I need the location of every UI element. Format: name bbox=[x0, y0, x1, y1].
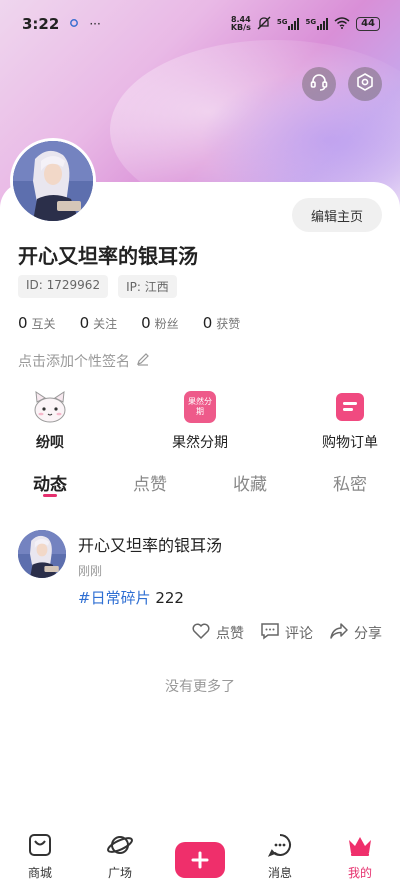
planet-icon bbox=[106, 832, 134, 861]
settings-hex-icon bbox=[355, 72, 375, 96]
headset-icon bbox=[309, 72, 329, 96]
network-speed: 8.44 KB/s bbox=[230, 15, 251, 32]
avatar[interactable] bbox=[10, 138, 96, 224]
more-dots: ··· bbox=[89, 17, 101, 31]
profile-stats: 0 互关 0 关注 0 粉丝 0 获赞 bbox=[18, 314, 240, 332]
feature-fenbei[interactable]: 纷呗 bbox=[5, 390, 95, 452]
nav-create[interactable] bbox=[160, 826, 240, 889]
post-actions: 点赞 评论 分享 bbox=[191, 622, 382, 644]
profile-chips: ID: 1729962 IP: 江西 bbox=[18, 275, 177, 298]
battery-indicator: 44 bbox=[356, 17, 380, 31]
ip-location-chip: IP: 江西 bbox=[118, 275, 177, 298]
user-id-chip[interactable]: ID: 1729962 bbox=[18, 275, 109, 298]
installment-icon: 果然分期 bbox=[184, 390, 216, 424]
signature-placeholder[interactable]: 点击添加个性签名 bbox=[18, 351, 150, 371]
tab-private[interactable]: 私密 bbox=[300, 470, 400, 495]
tab-moments[interactable]: 动态 bbox=[0, 470, 100, 497]
plus-icon bbox=[175, 842, 225, 878]
status-time: 3:22 bbox=[22, 15, 60, 33]
shop-bag-icon bbox=[27, 832, 53, 861]
stat-likes-received[interactable]: 0 获赞 bbox=[203, 314, 241, 332]
order-list-icon bbox=[335, 390, 365, 424]
no-more-content: 没有更多了 bbox=[165, 679, 235, 695]
post-topic-tag[interactable]: #日常碎片 bbox=[78, 589, 151, 607]
nav-shop[interactable]: 商城 bbox=[0, 826, 80, 889]
app-notification-icon bbox=[69, 16, 79, 32]
nav-square[interactable]: 广场 bbox=[80, 826, 160, 889]
nav-messages[interactable]: 消息 bbox=[240, 826, 320, 889]
share-button[interactable]: 分享 bbox=[329, 622, 382, 644]
post-author-name[interactable]: 开心又坦率的银耳汤 bbox=[78, 532, 222, 556]
customer-service-button[interactable] bbox=[302, 67, 336, 101]
heart-icon bbox=[191, 622, 211, 644]
like-button[interactable]: 点赞 bbox=[191, 622, 244, 644]
profile-name: 开心又坦率的银耳汤 bbox=[18, 244, 198, 268]
signal-strength-2: 5G bbox=[305, 18, 329, 30]
tab-likes[interactable]: 点赞 bbox=[100, 470, 200, 495]
feature-orders[interactable]: 购物订单 bbox=[305, 390, 395, 452]
status-bar: 3:22 ··· 8.44 KB/s 5G 5G 44 bbox=[0, 0, 400, 48]
mute-icon bbox=[257, 16, 271, 33]
share-icon bbox=[329, 622, 349, 644]
comment-button[interactable]: 评论 bbox=[260, 622, 313, 644]
wifi-icon bbox=[334, 16, 350, 32]
signal-strength-1: 5G bbox=[277, 18, 300, 30]
cat-mascot-icon bbox=[32, 390, 68, 424]
stat-followers[interactable]: 0 粉丝 bbox=[141, 314, 179, 332]
post-content: #日常碎片 222 bbox=[78, 589, 184, 607]
pencil-icon bbox=[136, 352, 150, 370]
edit-profile-button[interactable]: 编辑主页 bbox=[292, 198, 382, 232]
crown-icon bbox=[346, 832, 374, 861]
nav-mine[interactable]: 我的 bbox=[320, 826, 400, 889]
stat-mutual[interactable]: 0 互关 bbox=[18, 314, 56, 332]
post-time: 刚刚 bbox=[78, 564, 103, 578]
comment-icon bbox=[260, 622, 280, 644]
tab-favorites[interactable]: 收藏 bbox=[200, 470, 300, 495]
message-bubble-icon bbox=[267, 832, 293, 861]
settings-button[interactable] bbox=[348, 67, 382, 101]
bottom-navigation: 商城 广场 消息 我的 bbox=[0, 826, 400, 889]
feature-installment[interactable]: 果然分期 果然分期 bbox=[155, 390, 245, 452]
stat-following[interactable]: 0 关注 bbox=[80, 314, 118, 332]
content-tabs: 动态 点赞 收藏 私密 bbox=[0, 470, 400, 497]
post-author-avatar[interactable] bbox=[18, 530, 66, 578]
